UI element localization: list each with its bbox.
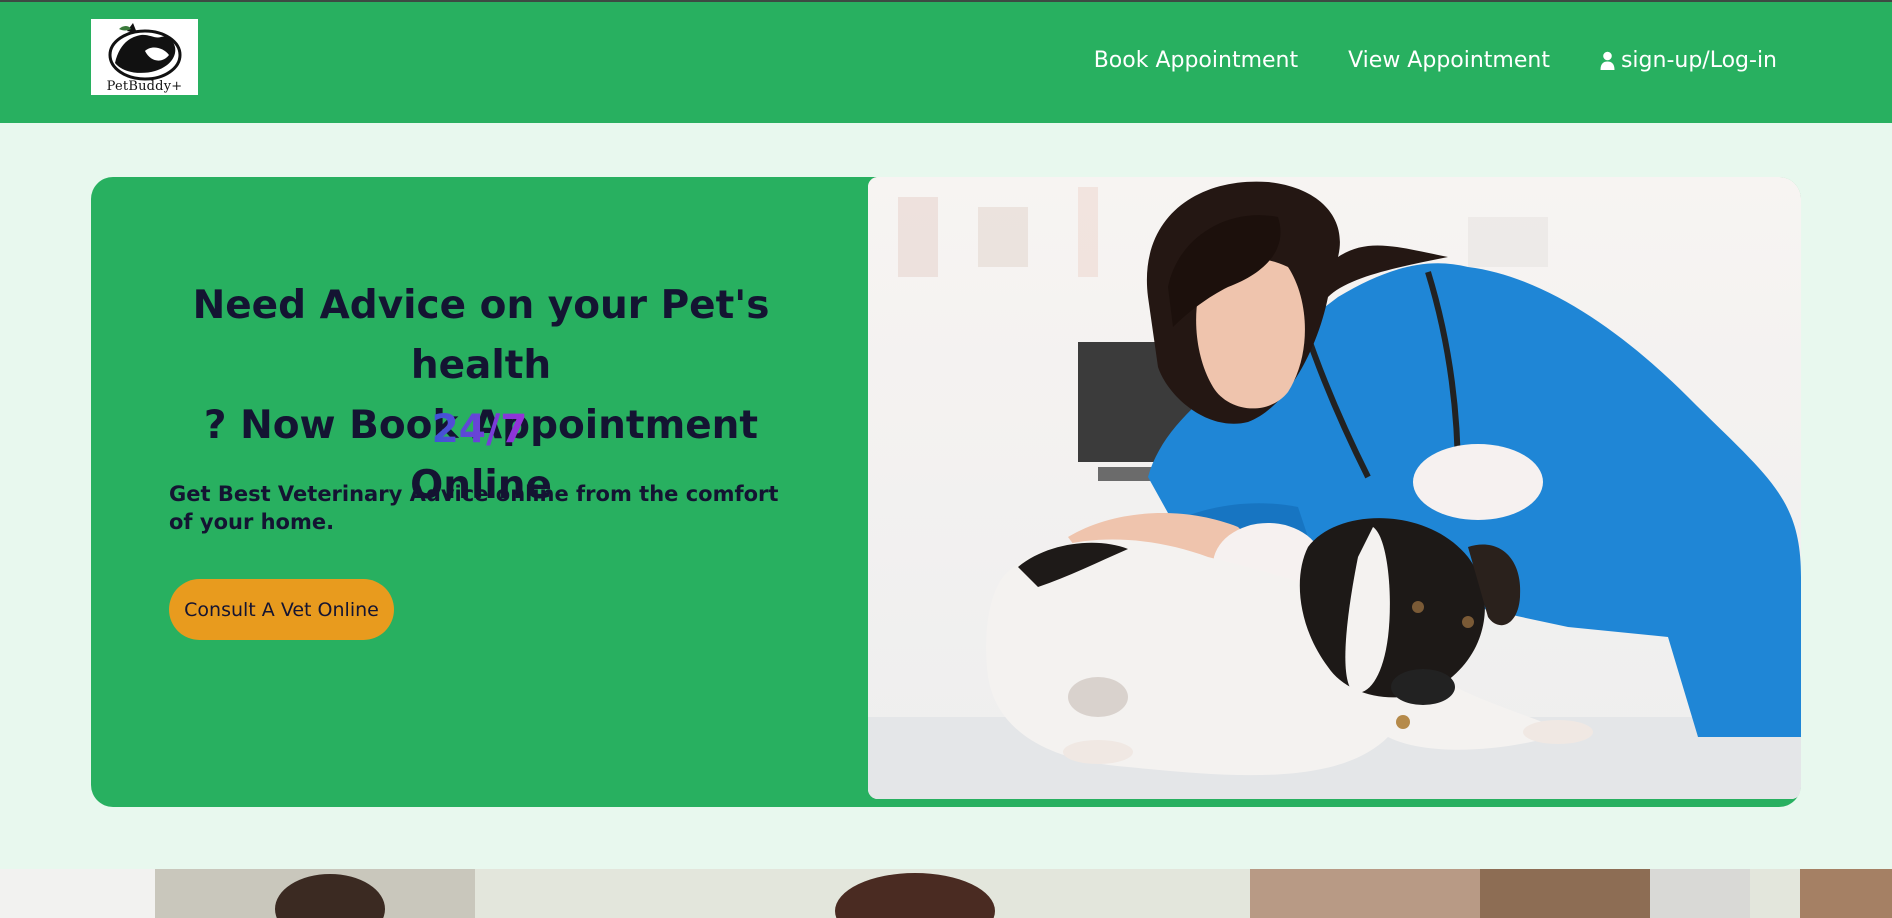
hero-card: Need Advice on your Pet's health ? Now B… bbox=[91, 177, 1801, 807]
pet-silhouette-icon bbox=[108, 23, 182, 81]
availability-tagline: 24/7 bbox=[431, 407, 528, 452]
brand-logo[interactable]: PetBuddy+ bbox=[91, 19, 198, 95]
hero-subtext: Get Best Veterinary Advice online from t… bbox=[169, 482, 779, 534]
vet-dog-illustration bbox=[868, 177, 1801, 799]
nav-view-appointment-link[interactable]: View Appointment bbox=[1348, 48, 1550, 73]
user-icon bbox=[1600, 51, 1615, 70]
nav-view-appointment-label: View Appointment bbox=[1348, 48, 1550, 73]
vet-with-dog-photo bbox=[868, 177, 1801, 799]
top-navbar: PetBuddy+ Book Appointment View Appointm… bbox=[0, 0, 1892, 123]
nav-book-appointment-link[interactable]: Book Appointment bbox=[1094, 48, 1298, 73]
nav-book-appointment-label: Book Appointment bbox=[1093, 48, 1299, 73]
nav-signup-login-label: sign-up/Log-in bbox=[1620, 48, 1777, 73]
next-section-photo bbox=[0, 869, 1892, 918]
hero-headline-line1: Need Advice on your Pet's health bbox=[192, 283, 770, 388]
consult-vet-button[interactable]: Consult A Vet Online bbox=[169, 579, 394, 640]
nav-signup-login-link[interactable]: sign-up/Log-in bbox=[1600, 48, 1777, 73]
next-section-photo-strip bbox=[0, 869, 1892, 918]
logo-wordmark: PetBuddy+ bbox=[106, 79, 183, 94]
hero-text-panel: Need Advice on your Pet's health ? Now B… bbox=[91, 177, 868, 807]
hero-tagline: 24/7 bbox=[91, 404, 868, 456]
main-nav: Book Appointment View Appointment sign-u… bbox=[1094, 48, 1777, 73]
